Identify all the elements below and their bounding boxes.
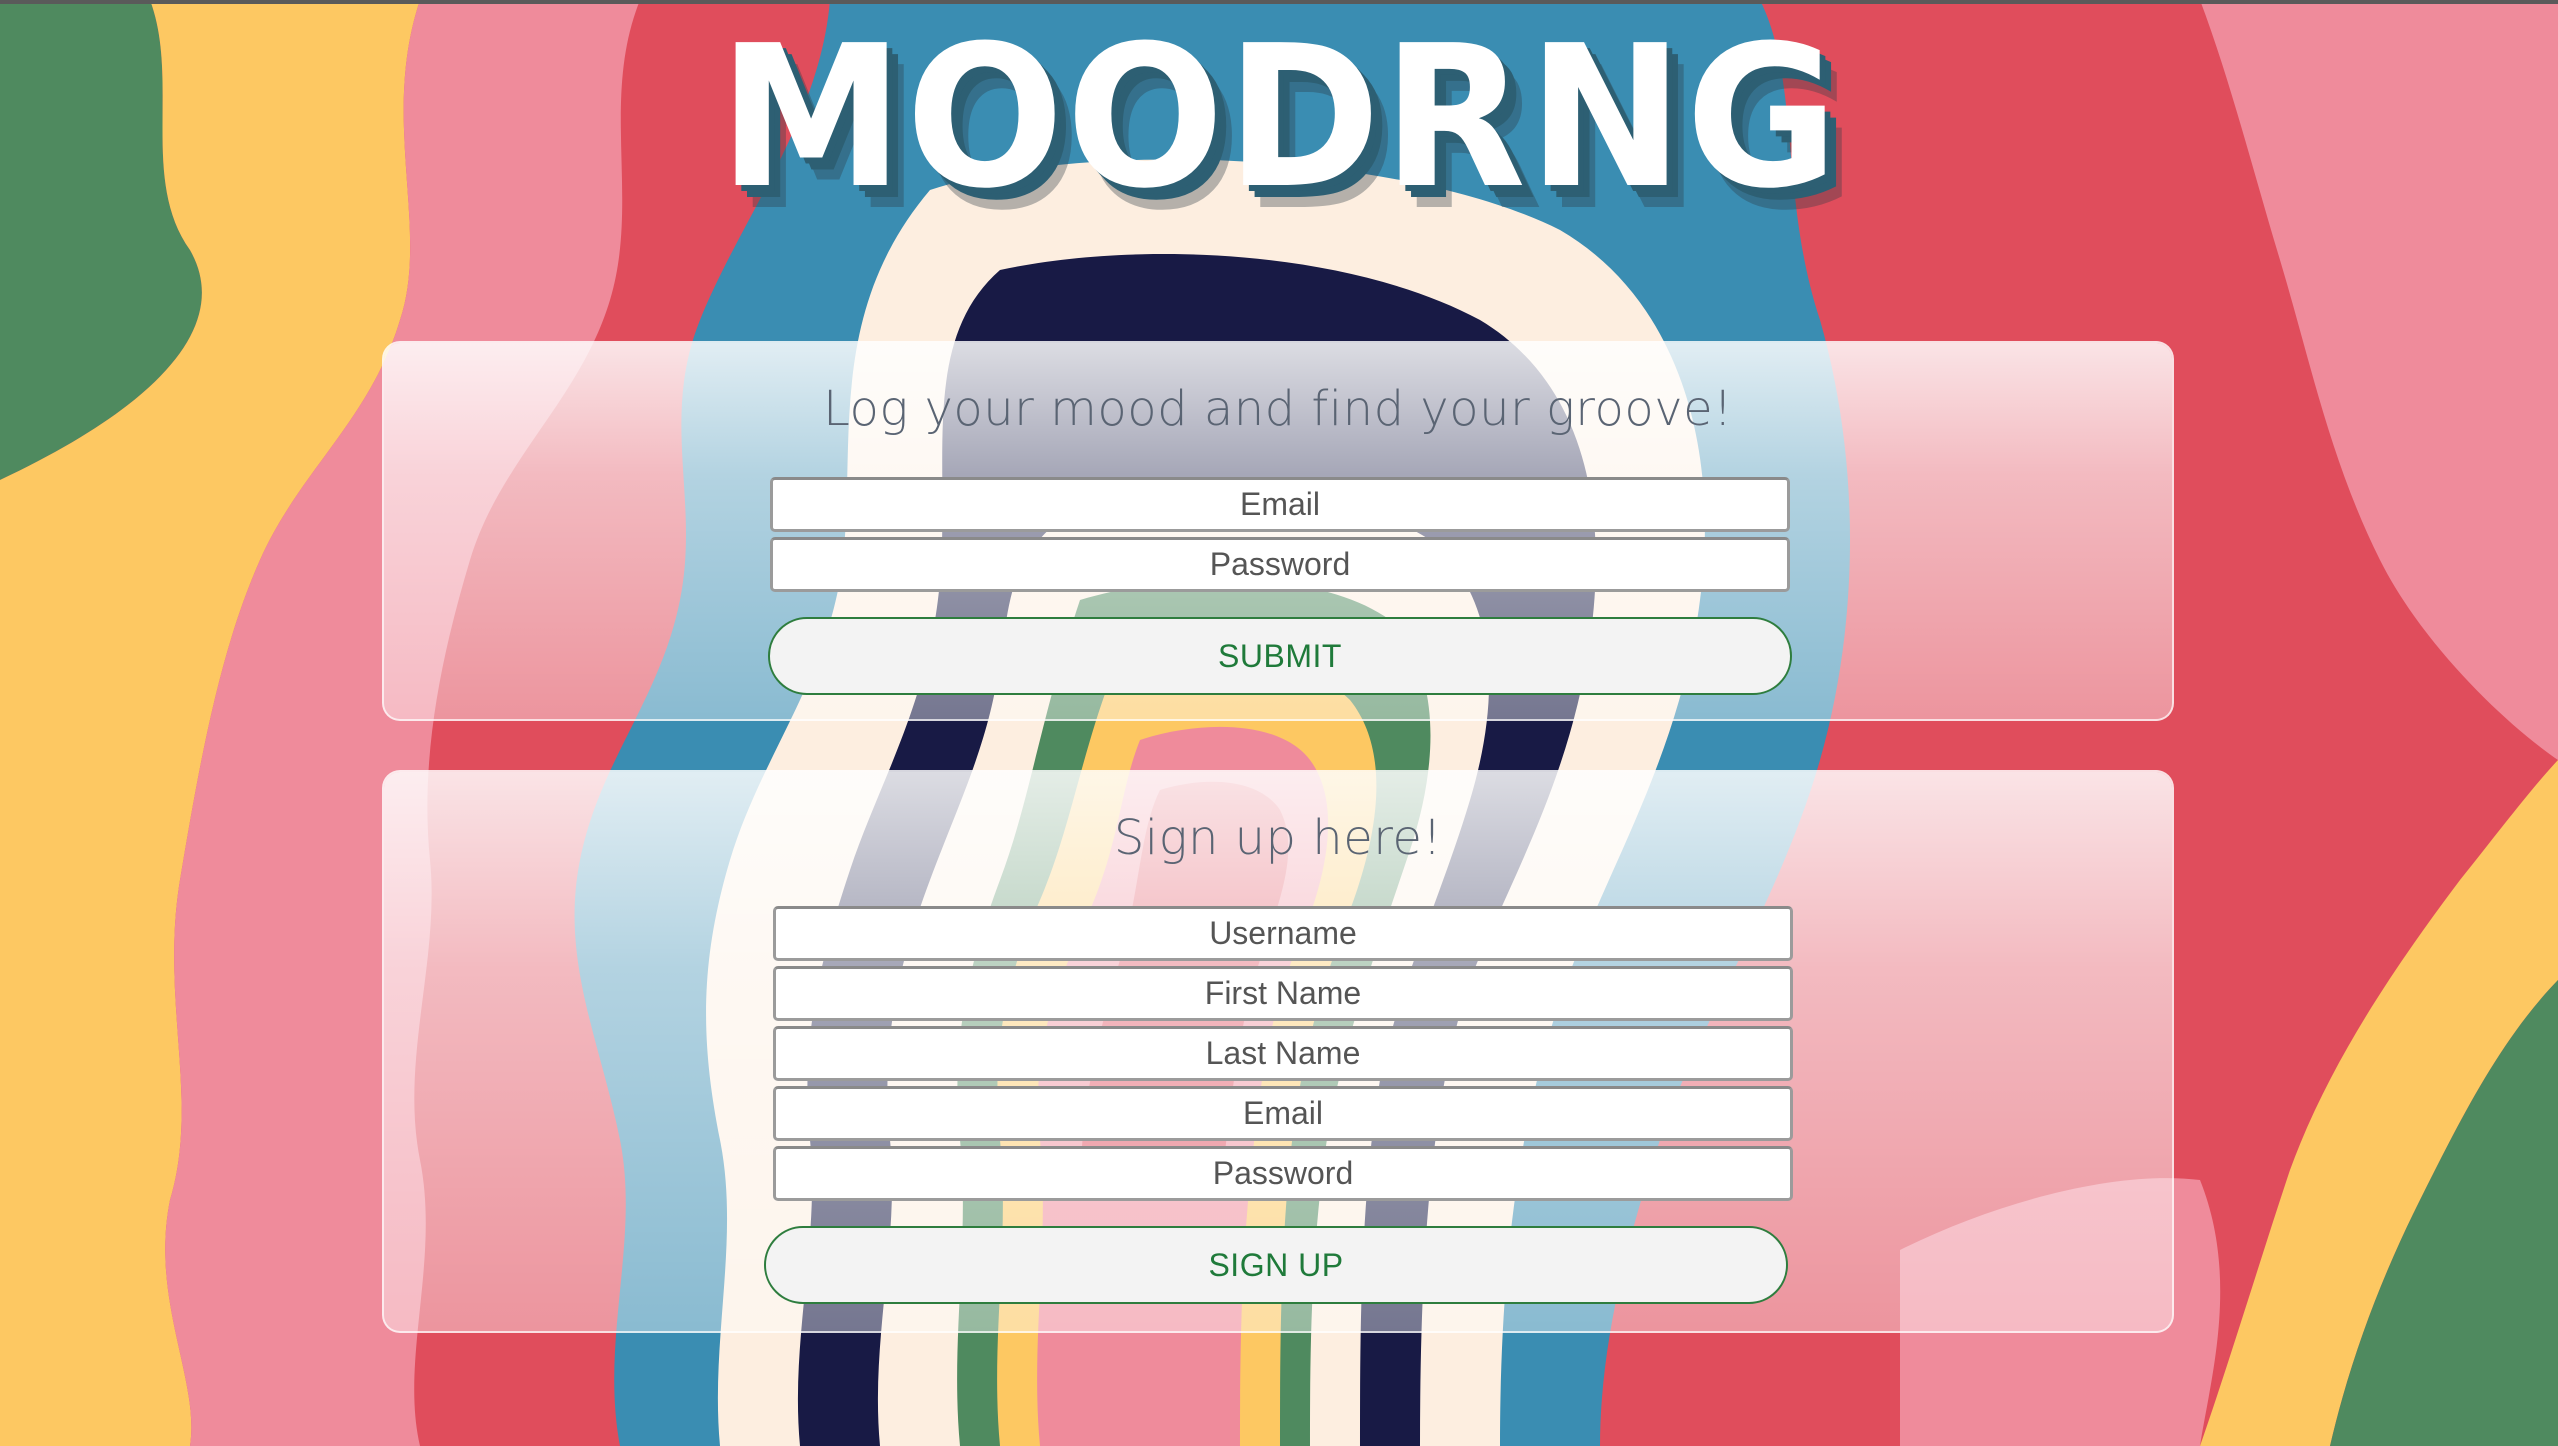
signup-first-name-input[interactable] bbox=[773, 966, 1793, 1021]
signup-card: Sign up here! SIGN UP bbox=[382, 770, 2174, 1333]
signup-title: Sign up here! bbox=[1113, 810, 1443, 866]
sign-up-button[interactable]: SIGN UP bbox=[764, 1226, 1788, 1304]
signup-email-input[interactable] bbox=[773, 1086, 1793, 1141]
page-background: MOODRNG Log your mood and find your groo… bbox=[0, 0, 2558, 1446]
signup-last-name-input[interactable] bbox=[773, 1026, 1793, 1081]
login-email-input[interactable] bbox=[770, 477, 1790, 532]
login-card: Log your mood and find your groove! SUBM… bbox=[382, 341, 2174, 721]
login-password-input[interactable] bbox=[770, 537, 1790, 592]
login-title: Log your mood and find your groove! bbox=[823, 381, 1733, 437]
submit-button[interactable]: SUBMIT bbox=[768, 617, 1792, 695]
signup-username-input[interactable] bbox=[773, 906, 1793, 961]
app-logo: MOODRNG bbox=[0, 18, 2558, 218]
signup-password-input[interactable] bbox=[773, 1146, 1793, 1201]
logo-text: MOODRNG bbox=[718, 4, 1840, 232]
top-border bbox=[0, 0, 2558, 4]
